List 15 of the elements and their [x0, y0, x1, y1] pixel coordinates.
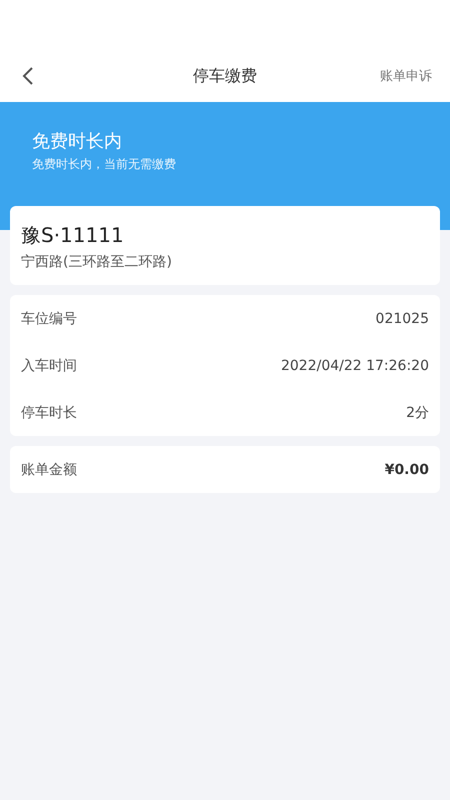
detail-label: 停车时长: [21, 404, 77, 422]
detail-value: 021025: [376, 310, 429, 326]
page-title: 停车缴费: [193, 66, 257, 86]
back-icon: [22, 66, 34, 86]
bill-appeal-link[interactable]: 账单申诉: [380, 67, 432, 85]
plate-number: 豫S·11111: [21, 222, 125, 249]
status-subtitle: 免费时长内，当前无需缴费: [32, 156, 177, 173]
bill-amount: ¥0.00: [384, 462, 429, 478]
status-title: 免费时长内: [32, 130, 123, 154]
detail-value: 2分: [406, 404, 429, 422]
detail-value: 2022/04/22 17:26:20: [280, 358, 429, 374]
detail-label: 车位编号: [21, 310, 77, 328]
bill-label: 账单金额: [21, 460, 77, 478]
road-name: 宁西路(三环路至二环路): [21, 253, 173, 271]
detail-label: 入车时间: [21, 356, 77, 374]
